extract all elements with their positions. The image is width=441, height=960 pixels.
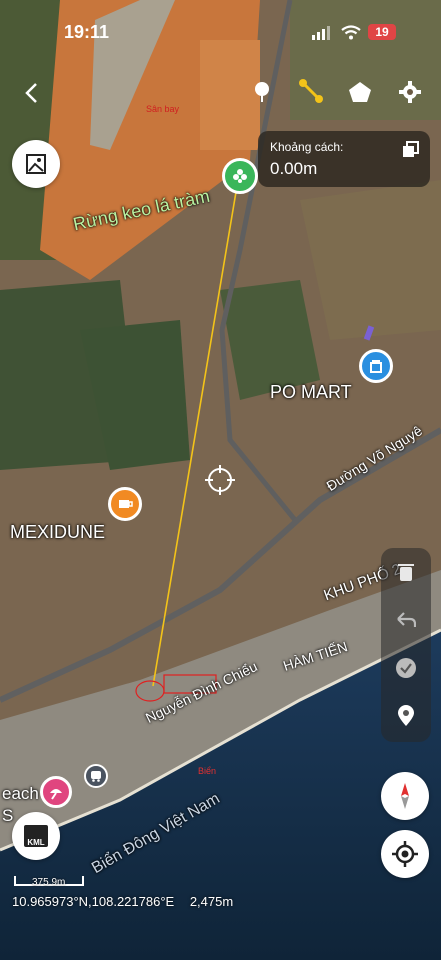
- chevron-left-icon: [25, 83, 37, 103]
- polygon-tool-button[interactable]: [346, 78, 374, 106]
- gear-icon: [399, 81, 421, 103]
- kml-button[interactable]: KML: [12, 812, 60, 860]
- compass-icon: [401, 783, 409, 809]
- copy-icon: [403, 141, 419, 157]
- distance-panel: Khoảng cách: 0.00m: [258, 131, 430, 187]
- coffee-icon: [119, 500, 133, 508]
- shop-icon: [370, 360, 382, 373]
- pin-tool-button[interactable]: [248, 78, 276, 106]
- status-time: 19:11: [64, 22, 110, 42]
- label-beach-partial: each: [2, 784, 39, 803]
- my-location-button[interactable]: [381, 830, 429, 878]
- copy-button[interactable]: [400, 139, 422, 161]
- crosshair-location-icon: [392, 841, 418, 867]
- pin-icon: [255, 82, 269, 102]
- poi-po-mart-marker[interactable]: [359, 349, 393, 383]
- altitude: 2,475m: [189, 894, 234, 909]
- scale-label: 375.9m: [32, 877, 66, 888]
- image-overlay-button[interactable]: [12, 140, 60, 188]
- trash-icon: [398, 564, 414, 581]
- marker-button[interactable]: [381, 694, 431, 738]
- settings-button[interactable]: [396, 78, 424, 106]
- kml-label: KML: [27, 838, 45, 847]
- distance-value: 0.00m: [270, 159, 318, 178]
- coordinates: 10.965973°N,108.221786°E: [12, 894, 175, 909]
- undo-icon: [397, 612, 416, 627]
- label-s-partial: S: [2, 806, 14, 825]
- leaf-icon: [233, 169, 247, 183]
- poi-mexidune-marker[interactable]: [108, 487, 142, 521]
- side-toolbar: [381, 548, 431, 742]
- back-button[interactable]: [16, 78, 46, 108]
- distance-label: Khoảng cách:: [270, 140, 344, 154]
- check-circle-icon: [396, 658, 416, 678]
- pentagon-icon: [349, 82, 371, 102]
- polyline-icon: [299, 79, 323, 103]
- coordinates-readout: 10.965973°N,108.221786°E 2,475m: [12, 894, 233, 909]
- bus-icon: [91, 771, 101, 782]
- label-san-bay: Sân bay: [146, 104, 180, 114]
- confirm-button[interactable]: [381, 646, 431, 690]
- label-mexidune: MEXIDUNE: [10, 522, 106, 542]
- poi-bus-marker[interactable]: [84, 764, 108, 788]
- line-tool-button[interactable]: [296, 76, 326, 106]
- label-bien: Biển: [198, 766, 217, 776]
- status-bar: 19:11 19: [0, 0, 441, 64]
- undo-button[interactable]: [381, 598, 431, 642]
- wifi-icon: [341, 25, 361, 40]
- label-po-mart: PO MART: [270, 382, 352, 402]
- signal-icon: [312, 26, 330, 40]
- battery-indicator: 19: [368, 24, 396, 40]
- image-icon: [26, 154, 46, 174]
- poi-green-marker[interactable]: [222, 158, 258, 194]
- umbrella-icon: [50, 789, 62, 800]
- compass-button[interactable]: [381, 772, 429, 820]
- location-pin-icon: [398, 705, 414, 726]
- delete-button[interactable]: [381, 550, 431, 594]
- poi-beach-marker[interactable]: [40, 776, 72, 808]
